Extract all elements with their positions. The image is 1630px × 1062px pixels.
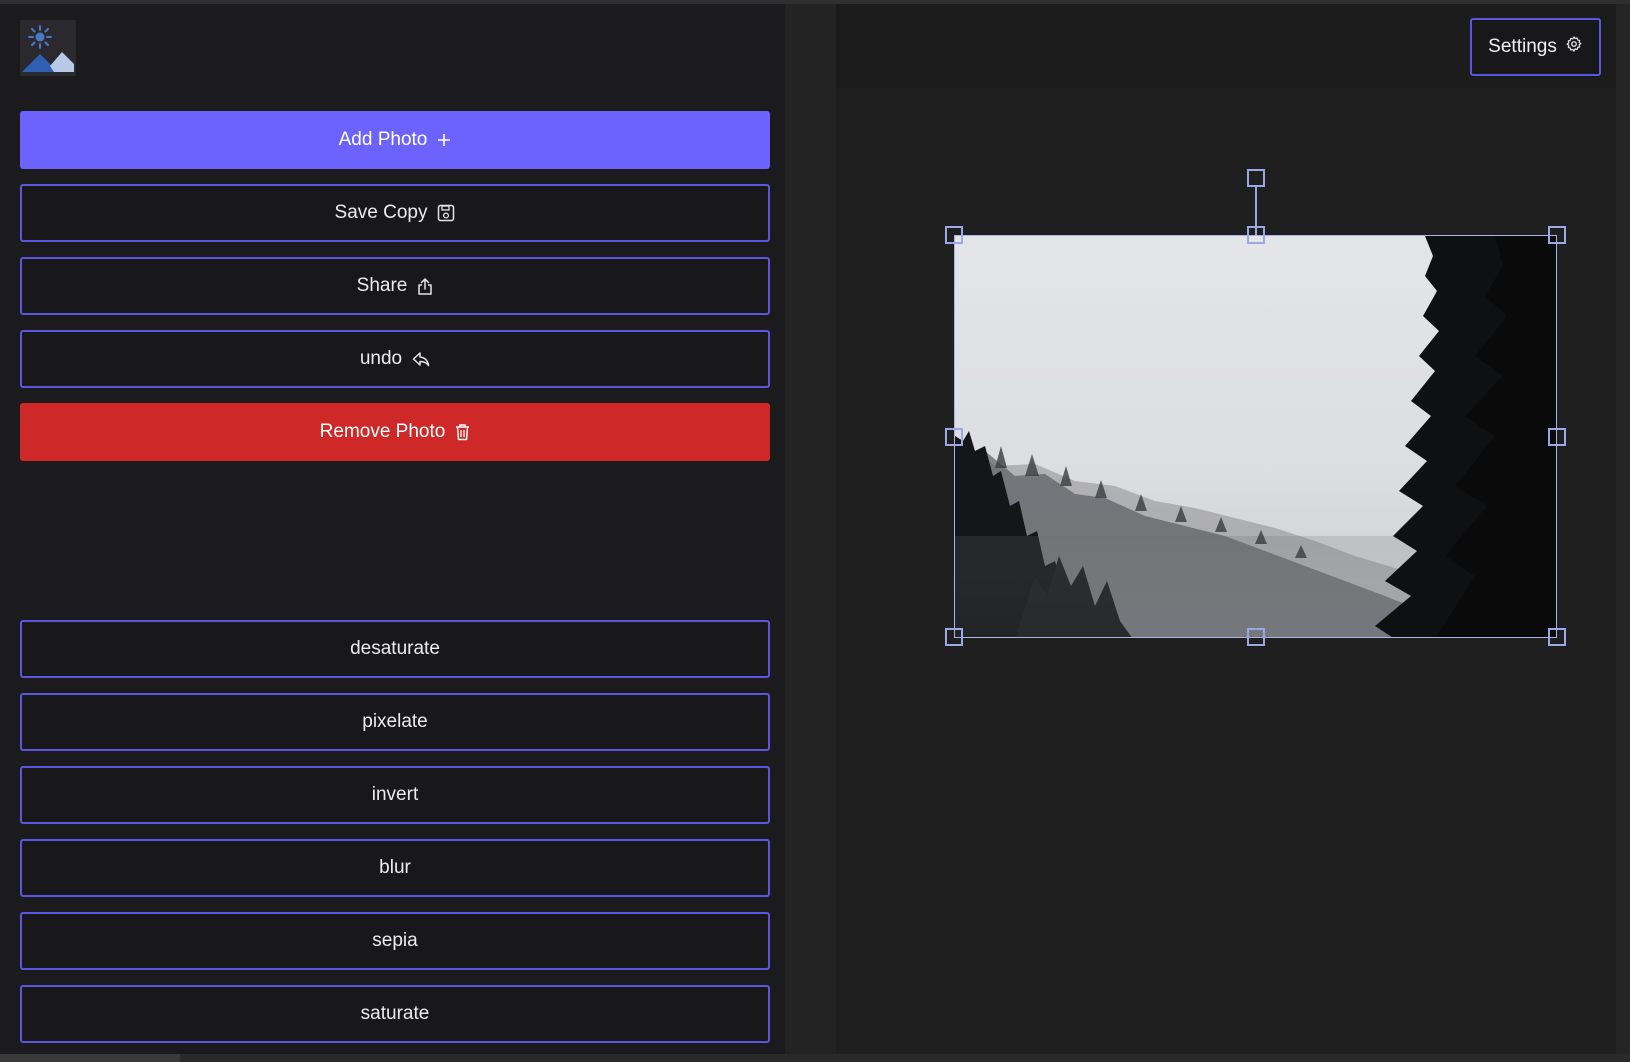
filter-blur-button[interactable]: blur <box>20 839 770 897</box>
settings-button[interactable]: Settings <box>1470 18 1601 76</box>
rotate-handle[interactable] <box>1247 169 1265 187</box>
resize-handle-bottom-right[interactable] <box>1548 628 1566 646</box>
photo-canvas[interactable] <box>954 235 1557 638</box>
share-icon <box>417 277 433 296</box>
undo-button[interactable]: undo <box>20 330 770 388</box>
trash-icon <box>455 423 470 441</box>
share-button[interactable]: Share <box>20 257 770 315</box>
foggy-forest-photo <box>955 236 1556 637</box>
filter-sepia-button[interactable]: sepia <box>20 912 770 970</box>
filter-label: invert <box>371 784 419 805</box>
resize-handle-left[interactable] <box>945 428 963 446</box>
filter-desaturate-button[interactable]: desaturate <box>20 620 770 678</box>
remove-photo-label: Remove Photo <box>319 421 446 442</box>
settings-label: Settings <box>1488 36 1557 57</box>
save-copy-button[interactable]: Save Copy <box>20 184 770 242</box>
add-photo-button[interactable]: Add Photo <box>20 111 770 169</box>
resize-handle-top[interactable] <box>1247 226 1265 244</box>
scrollbar-thumb[interactable] <box>0 1054 180 1062</box>
save-icon <box>437 204 455 222</box>
filter-label: pixelate <box>362 711 428 732</box>
app-logo <box>20 20 76 76</box>
undo-icon <box>412 351 430 367</box>
filter-label: blur <box>379 857 411 878</box>
plus-icon <box>437 133 451 147</box>
resize-handle-bottom[interactable] <box>1247 628 1265 646</box>
filter-saturate-button[interactable]: saturate <box>20 985 770 1043</box>
editor-header: Settings <box>836 4 1630 88</box>
resize-handle-bottom-left[interactable] <box>945 628 963 646</box>
horizontal-scrollbar[interactable] <box>0 1054 1630 1062</box>
remove-photo-button[interactable]: Remove Photo <box>20 403 770 461</box>
sidebar: Add Photo Save Copy Share undo Remove Ph… <box>0 4 785 1054</box>
resize-handle-top-left[interactable] <box>945 226 963 244</box>
undo-label: undo <box>359 348 403 369</box>
gear-icon <box>1565 35 1583 59</box>
filter-label: saturate <box>360 1003 430 1024</box>
resize-handle-top-right[interactable] <box>1548 226 1566 244</box>
resize-handle-right[interactable] <box>1548 428 1566 446</box>
save-copy-label: Save Copy <box>334 202 428 223</box>
filter-label: sepia <box>372 930 418 951</box>
image-sun-mountain-icon <box>22 25 74 72</box>
scroll-gutter <box>1616 4 1630 1054</box>
filter-label: desaturate <box>350 638 440 659</box>
share-label: Share <box>356 275 408 296</box>
add-photo-label: Add Photo <box>338 129 428 150</box>
filter-invert-button[interactable]: invert <box>20 766 770 824</box>
panel-divider <box>785 4 836 1054</box>
filter-pixelate-button[interactable]: pixelate <box>20 693 770 751</box>
